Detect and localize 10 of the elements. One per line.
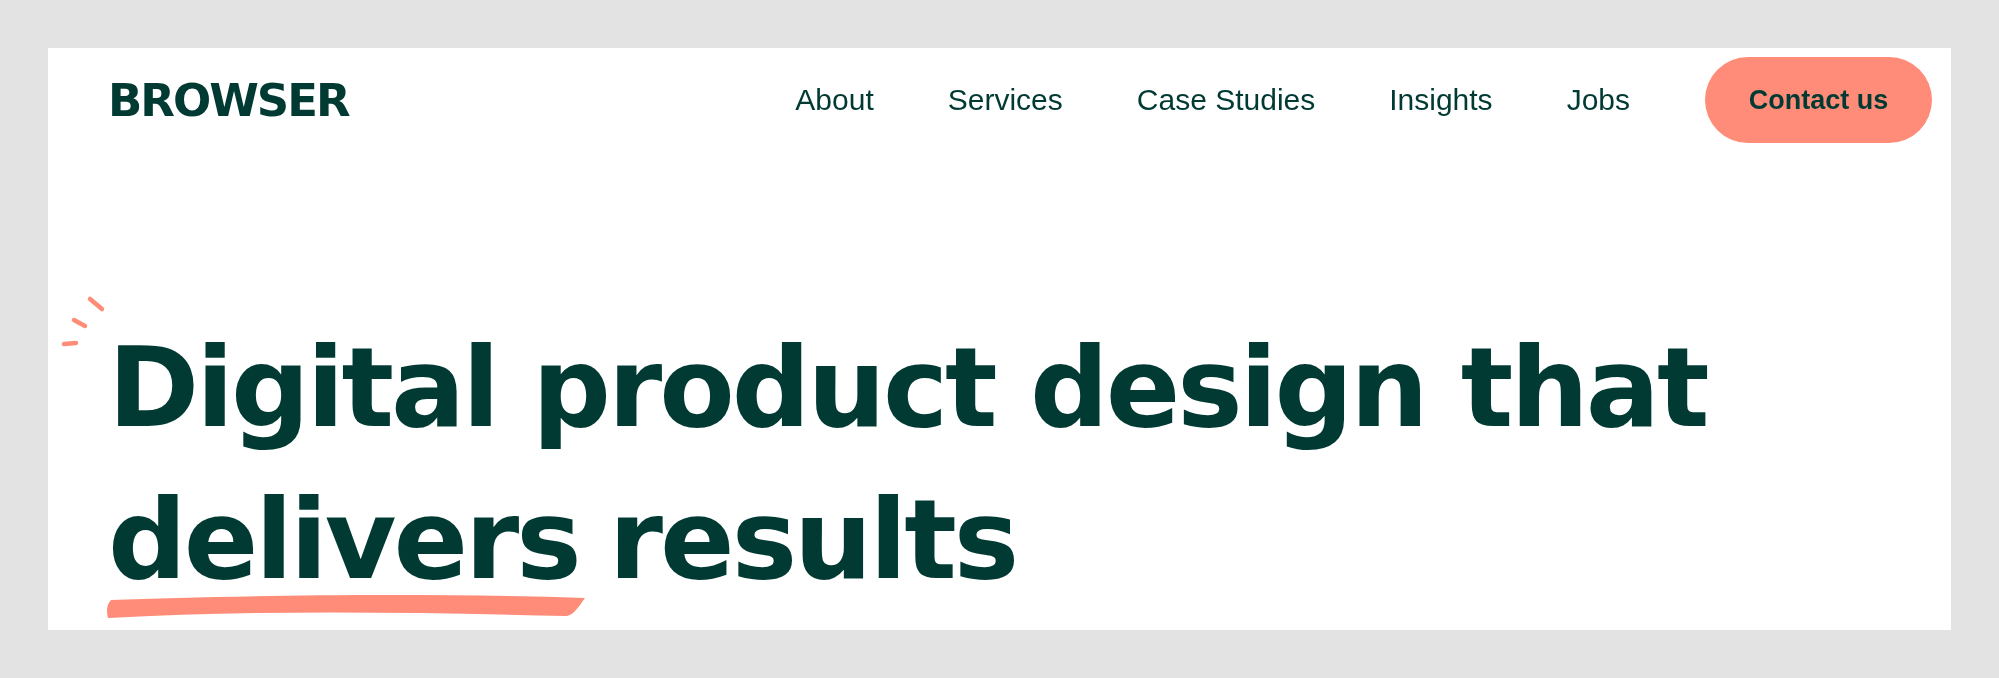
nav-link[interactable]: Jobs (1566, 83, 1630, 117)
nav-link[interactable]: Case Studies (1136, 83, 1316, 117)
hero-heading: results (608, 476, 1017, 604)
highlighted-word: delivers (108, 491, 579, 590)
nav-link[interactable]: Services (947, 83, 1063, 117)
hero-heading: Digital product design that (108, 323, 1707, 454)
logo[interactable]: BROWSER (108, 77, 349, 123)
nav-link[interactable]: Insights (1389, 83, 1493, 117)
nav-link[interactable]: About (795, 83, 874, 117)
contact-button[interactable]: Contact us (1705, 57, 1932, 143)
